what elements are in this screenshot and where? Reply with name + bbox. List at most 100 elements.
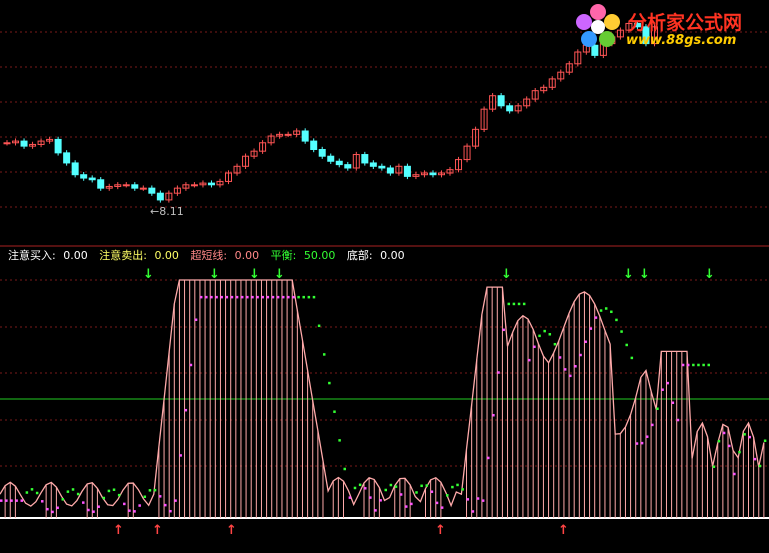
- trend-dot: [220, 295, 223, 299]
- trend-dot: [225, 295, 229, 299]
- trend-dot: [230, 295, 234, 299]
- flower-icon: [576, 4, 620, 47]
- trend-dot: [348, 496, 352, 499]
- trend-dot: [522, 302, 526, 306]
- candle-body: [369, 162, 377, 167]
- trend-dot: [487, 456, 490, 460]
- trend-dot: [317, 324, 321, 328]
- legend-buy: 注意买入: 0.00: [8, 249, 88, 262]
- trend-dot: [615, 318, 618, 322]
- trend-dot: [358, 483, 362, 487]
- trend-dot: [338, 439, 341, 442]
- buy-arrow: ↑: [152, 523, 163, 538]
- candle-body: [497, 95, 505, 107]
- sell-arrow: ↓: [249, 267, 260, 282]
- trend-dot: [640, 441, 644, 445]
- candle-body: [122, 184, 130, 187]
- candle-body: [139, 187, 147, 190]
- trend-dot: [322, 353, 326, 356]
- trend-dot: [466, 498, 470, 501]
- trend-dot: [656, 407, 659, 411]
- trend-dot: [743, 433, 746, 436]
- candle-body: [386, 167, 394, 174]
- trend-dot: [528, 358, 531, 362]
- logo-title: 分析家公式网: [628, 12, 743, 34]
- trend-dot: [240, 295, 244, 299]
- trend-dot: [128, 509, 131, 512]
- trend-dot: [702, 363, 705, 367]
- trend-dot: [307, 295, 311, 299]
- trend-dot: [179, 454, 182, 457]
- trend-dot: [138, 504, 141, 507]
- candle-body: [190, 184, 198, 187]
- candle-body: [156, 192, 164, 201]
- candle-body: [63, 152, 71, 164]
- trend-dot: [553, 342, 557, 346]
- trend-dot: [374, 509, 377, 512]
- trend-dot: [548, 333, 552, 336]
- logo-url: www.88gs.com: [626, 33, 737, 48]
- trend-dot: [92, 510, 95, 513]
- trend-dot: [20, 499, 24, 502]
- trend-dot: [71, 488, 75, 491]
- trend-dot: [35, 491, 39, 495]
- trend-dot: [297, 295, 300, 299]
- candle-body: [148, 187, 156, 194]
- trend-dot: [651, 423, 654, 427]
- trend-dot: [446, 494, 449, 497]
- candle-body: [284, 133, 292, 136]
- trend-dot: [558, 356, 562, 359]
- stock-chart[interactable]: ↓ ↓ ↓ ↓ ↓ ↓ ↓ ↓ ↑ ↑ ↑ ↑ ↑ 分析家公式网 www.88gs.com ←8.11 …: [0, 0, 769, 553]
- legend-bottom: 底部: 0.00: [346, 249, 405, 262]
- trend-dot: [143, 495, 147, 499]
- trend-dot: [625, 343, 628, 347]
- trend-dot: [312, 295, 316, 299]
- trend-dot: [712, 465, 716, 468]
- candle-body: [310, 140, 318, 150]
- trend-dot: [415, 491, 418, 494]
- trend-dot: [753, 457, 757, 461]
- trend-dot: [235, 295, 239, 299]
- trend-dot: [707, 363, 710, 367]
- trend-dot: [594, 316, 598, 319]
- trend-dot: [158, 495, 162, 498]
- trend-dot: [512, 302, 516, 306]
- trend-dot: [51, 510, 54, 514]
- trend-dot: [440, 506, 444, 509]
- candle-body: [429, 172, 437, 176]
- trend-dot: [5, 499, 8, 502]
- sell-arrow: ↓: [274, 267, 285, 282]
- trend-dot: [507, 302, 511, 306]
- trend-dot: [133, 510, 136, 513]
- trend-dot: [76, 492, 80, 496]
- trend-dot: [410, 502, 413, 506]
- trend-dot: [492, 413, 495, 417]
- trend-dot: [717, 439, 721, 443]
- trend-dot: [246, 295, 249, 299]
- trend-dot: [389, 483, 393, 487]
- trend-dot: [271, 295, 275, 299]
- trend-dot: [384, 488, 387, 492]
- trend-dot: [584, 340, 587, 344]
- trend-dot: [697, 363, 700, 367]
- buy-arrow: ↑: [435, 523, 446, 538]
- candle-body: [378, 165, 386, 169]
- trend-dot: [123, 502, 126, 506]
- trend-dot: [292, 295, 295, 299]
- trend-dot: [199, 295, 203, 299]
- trend-dot: [610, 310, 613, 314]
- trend-dot: [164, 503, 167, 507]
- trend-dot: [569, 374, 572, 378]
- trend-dot: [87, 508, 90, 512]
- trend-dot: [456, 483, 459, 487]
- candle-body: [506, 105, 514, 112]
- candle-body: [335, 160, 343, 166]
- trend-dot: [661, 388, 664, 391]
- trend-dot: [435, 501, 439, 505]
- trend-dot: [66, 490, 70, 493]
- trend-dot: [497, 371, 500, 374]
- price-panel: ↓ ↓ ↓ ↓ ↓ ↓ ↓ ↓ ↑ ↑ ↑ ↑ ↑: [0, 20, 769, 538]
- trend-dot: [112, 488, 116, 491]
- trend-dot: [727, 444, 731, 448]
- trend-dot: [733, 472, 736, 476]
